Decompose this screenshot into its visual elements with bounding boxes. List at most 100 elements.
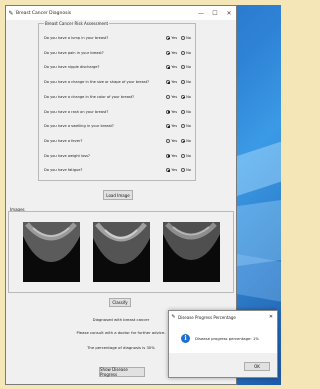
show-disease-progress-button[interactable]: Show Disease Progress (99, 367, 145, 377)
risk-assessment-group: Breast Cancer Risk Assessment Do you hav… (38, 21, 196, 181)
no-label: No (186, 138, 191, 143)
window-title: Breast Cancer Diagnosis (16, 10, 72, 16)
no-label: No (186, 80, 191, 85)
question-label: Do you have a change in the size or shap… (44, 80, 150, 85)
images-frame (8, 211, 234, 293)
yes-radio-button[interactable] (166, 124, 171, 129)
dialog-title: Disease Progress Percentage (178, 314, 236, 320)
yes-option[interactable]: Yes (166, 168, 178, 173)
dialog-body: i Disease progress percentage: 1% (169, 323, 277, 353)
question-label: Do you have a fever? (44, 138, 83, 143)
no-option[interactable]: No (181, 50, 191, 55)
yes-radio-button[interactable] (166, 94, 171, 99)
yes-option[interactable]: Yes (166, 138, 178, 143)
yes-radio-button[interactable] (166, 138, 171, 143)
yes-radio-button[interactable] (166, 80, 171, 85)
yes-label: Yes (171, 94, 178, 99)
no-option[interactable]: No (181, 94, 191, 99)
no-radio-button[interactable] (181, 65, 186, 70)
feather-icon: ✎ (171, 314, 176, 320)
title-bar: ✎ Breast Cancer Diagnosis — ☐ ✕ (6, 6, 236, 20)
maximize-button[interactable]: ☐ (208, 10, 222, 17)
dialog-close-button[interactable]: ✕ (265, 314, 277, 320)
yes-radio-button[interactable] (166, 50, 171, 55)
yes-option[interactable]: Yes (166, 80, 178, 85)
close-button[interactable]: ✕ (222, 10, 236, 17)
question-row: Do you have a change in the color of you… (44, 92, 191, 102)
no-option[interactable]: No (181, 65, 191, 70)
yes-label: Yes (171, 65, 178, 70)
question-label: Do you have a rash on your breast? (44, 109, 109, 114)
question-label: Do you have a lump in your breast? (44, 36, 109, 40)
yes-option[interactable]: Yes (166, 153, 177, 158)
yes-option[interactable]: Yes (166, 36, 177, 40)
no-option[interactable]: No (181, 168, 191, 173)
no-label: No (186, 168, 191, 173)
minimize-button[interactable]: — (194, 10, 208, 17)
question-row: Do you have a rash on your breast? Yes No (44, 107, 191, 117)
yes-option[interactable]: Yes (166, 109, 178, 114)
dialog-title-bar: ✎ Disease Progress Percentage ✕ (169, 311, 277, 323)
no-radio-button[interactable] (181, 109, 186, 114)
load-image-button[interactable]: Load Image (103, 190, 133, 200)
yes-option[interactable]: Yes (166, 124, 178, 129)
question-row: Do you have a fever? Yes No (44, 136, 191, 146)
question-label: Do you have pain in your breast? (44, 50, 104, 55)
no-option[interactable]: No (181, 124, 191, 129)
yes-label: Yes (171, 168, 178, 173)
yes-option[interactable]: Yes (166, 94, 178, 99)
question-row: Do you have nipple discharge? Yes No (44, 62, 191, 72)
yes-option[interactable]: Yes (166, 65, 178, 70)
no-radio-button[interactable] (181, 80, 186, 85)
no-option[interactable]: No (181, 138, 191, 143)
no-label: No (186, 124, 191, 129)
no-radio-button[interactable] (181, 153, 186, 158)
yes-radio-button[interactable] (166, 168, 171, 173)
no-option[interactable]: No (181, 153, 191, 158)
question-row: Do you have pain in your breast? Yes No (44, 48, 191, 58)
question-label: Do you have nipple discharge? (44, 65, 100, 70)
yes-label: Yes (171, 138, 178, 143)
progress-dialog: ✎ Disease Progress Percentage ✕ i Diseas… (168, 310, 278, 378)
yes-label: Yes (171, 109, 178, 114)
question-row: Do you have a lump in your breast? Yes No (44, 33, 191, 43)
no-radio-button[interactable] (181, 168, 186, 173)
group-legend: Breast Cancer Risk Assessment (44, 21, 110, 26)
no-radio-button[interactable] (181, 50, 186, 55)
dialog-ok-button[interactable]: OK (244, 362, 270, 371)
yes-radio-button[interactable] (166, 36, 171, 40)
question-row: Do you have weight loss? Yes No (44, 151, 191, 161)
no-radio-button[interactable] (181, 36, 186, 40)
question-label: Do you have a change in the color of you… (44, 94, 135, 99)
yes-radio-button[interactable] (166, 153, 171, 158)
no-label: No (186, 94, 191, 99)
yes-label: Yes (171, 124, 178, 129)
yes-option[interactable]: Yes (166, 50, 178, 55)
image-segmented (163, 222, 220, 282)
no-option[interactable]: No (181, 80, 191, 85)
no-option[interactable]: No (181, 109, 191, 114)
no-radio-button[interactable] (181, 94, 186, 99)
no-radio-button[interactable] (181, 138, 186, 143)
image-original (23, 222, 80, 282)
question-row: Do you have fatigue? Yes No (44, 165, 191, 175)
classify-button[interactable]: Classify (109, 298, 131, 307)
question-row: Do you have a change in the size or shap… (44, 77, 191, 87)
image-processed (93, 222, 150, 282)
yes-radio-button[interactable] (166, 109, 171, 114)
info-icon: i (181, 333, 190, 343)
question-label: Do you have fatigue? (44, 168, 83, 173)
question-label: Do you have weight loss? (44, 153, 90, 158)
yes-label: Yes (171, 50, 178, 55)
yes-radio-button[interactable] (166, 65, 171, 70)
yes-label: Yes (171, 80, 178, 85)
no-label: No (186, 36, 191, 40)
no-option[interactable]: No (181, 36, 191, 40)
question-label: Do you have a swelling in your breast? (44, 124, 114, 129)
yes-label: Yes (171, 36, 178, 40)
no-label: No (186, 109, 191, 114)
dialog-message: Disease progress percentage: 1% (195, 335, 259, 341)
no-label: No (186, 65, 191, 70)
feather-icon: ✎ (8, 9, 14, 17)
no-radio-button[interactable] (181, 124, 186, 129)
